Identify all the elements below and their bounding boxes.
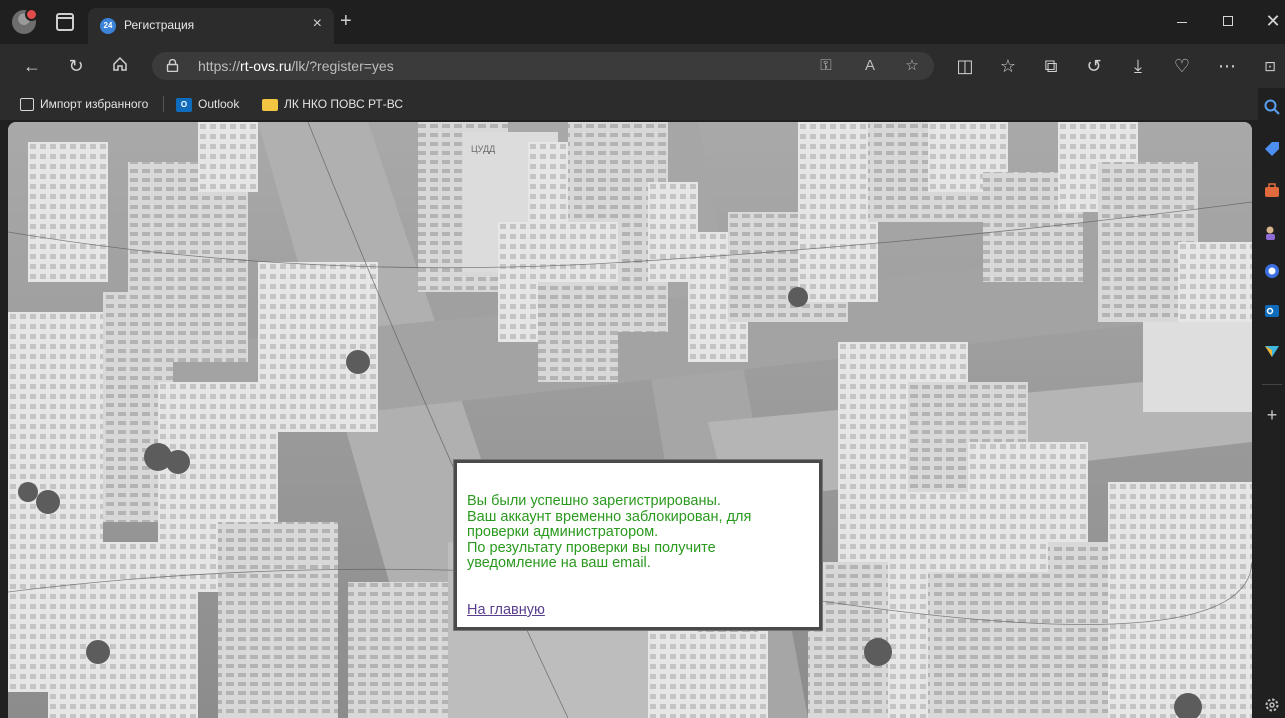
bookmark-separator bbox=[163, 96, 164, 112]
sidebar-divider bbox=[1262, 384, 1282, 385]
new-tab-button[interactable]: + bbox=[340, 10, 352, 32]
site-favicon-icon: 24 bbox=[100, 18, 116, 34]
downloads-icon[interactable]: ⤓ bbox=[1126, 54, 1150, 78]
settings-icon[interactable] bbox=[1263, 696, 1281, 714]
read-aloud-icon[interactable]: A bbox=[859, 56, 881, 76]
key-icon[interactable]: ⚿ bbox=[815, 56, 837, 76]
send-icon[interactable] bbox=[1263, 342, 1281, 360]
lock-icon[interactable] bbox=[166, 59, 179, 72]
close-window-button[interactable]: ✕ bbox=[1250, 6, 1285, 36]
games-icon[interactable] bbox=[1263, 224, 1281, 242]
search-icon[interactable] bbox=[1263, 98, 1281, 116]
copilot-icon[interactable] bbox=[1263, 262, 1281, 280]
folder-icon bbox=[262, 98, 278, 111]
url-text: https://rt-ovs.ru/lk/?register=yes bbox=[198, 58, 394, 74]
briefcase-icon[interactable] bbox=[1263, 182, 1281, 200]
profile-avatar[interactable] bbox=[12, 8, 38, 34]
bookmarks-bar: Импорт избранного O Outlook ЛК НКО ПОВС Р… bbox=[0, 88, 1285, 120]
registration-message-box: Вы были успешно зарегистрированы. Ваш ак… bbox=[454, 460, 822, 630]
bookmark-import[interactable]: Импорт избранного bbox=[20, 96, 148, 112]
sidebar-toggle-icon[interactable]: ⊡ bbox=[1258, 54, 1282, 78]
tab-actions-icon[interactable] bbox=[56, 13, 74, 31]
favorite-star-icon[interactable]: ☆ bbox=[901, 56, 923, 76]
building-sign: ЦУДД bbox=[471, 144, 495, 154]
favorites-icon[interactable]: ☆ bbox=[996, 54, 1020, 78]
message-line: По результату проверки вы получите bbox=[467, 539, 716, 556]
navigation-bar: ← ↻ https://rt-ovs.ru/lk/?register=yes ⚿… bbox=[0, 44, 1285, 88]
home-link[interactable]: На главную bbox=[467, 602, 545, 618]
tab-title: Регистрация bbox=[124, 18, 195, 32]
collections-icon[interactable]: ⧉ bbox=[1039, 54, 1063, 78]
refresh-icon[interactable]: ↻ bbox=[64, 54, 88, 78]
home-icon[interactable] bbox=[108, 54, 132, 78]
bookmark-folder[interactable]: ЛК НКО ПОВС РТ-ВС bbox=[262, 96, 403, 112]
add-icon[interactable]: + bbox=[1263, 406, 1281, 424]
title-bar: 24 Регистрация × + ✕ bbox=[0, 0, 1285, 44]
message-line: Ваш аккаунт временно заблокирован, для bbox=[467, 508, 752, 525]
message-line: проверки администратором. bbox=[467, 524, 659, 540]
split-screen-icon[interactable]: ◫ bbox=[953, 54, 977, 78]
tab-close-icon[interactable]: × bbox=[313, 15, 322, 33]
page-viewport: ЦУДД Вы были успешно зарегистрированы. В… bbox=[8, 122, 1252, 718]
tag-icon[interactable] bbox=[1263, 140, 1281, 158]
tab-active[interactable]: 24 Регистрация × bbox=[88, 8, 334, 44]
minimize-button[interactable] bbox=[1159, 6, 1205, 36]
browser-essentials-icon[interactable]: ♡ bbox=[1170, 54, 1194, 78]
edge-sidebar: + bbox=[1258, 88, 1285, 718]
message-line: уведомление на ваш email. bbox=[467, 555, 651, 571]
outlook-icon[interactable] bbox=[1263, 302, 1281, 320]
import-icon bbox=[20, 98, 34, 112]
outlook-icon: O bbox=[176, 97, 192, 112]
history-icon[interactable]: ↺ bbox=[1082, 54, 1106, 78]
back-icon[interactable]: ← bbox=[20, 54, 44, 78]
bookmark-outlook[interactable]: O Outlook bbox=[176, 96, 239, 112]
message-line: Вы были успешно зарегистрированы. bbox=[467, 493, 721, 509]
address-bar[interactable]: https://rt-ovs.ru/lk/?register=yes ⚿ A ☆ bbox=[152, 52, 934, 80]
registration-message: Вы были успешно зарегистрированы. Ваш ак… bbox=[467, 493, 807, 572]
more-icon[interactable]: ⋯ bbox=[1215, 54, 1239, 78]
maximize-button[interactable] bbox=[1205, 6, 1251, 36]
